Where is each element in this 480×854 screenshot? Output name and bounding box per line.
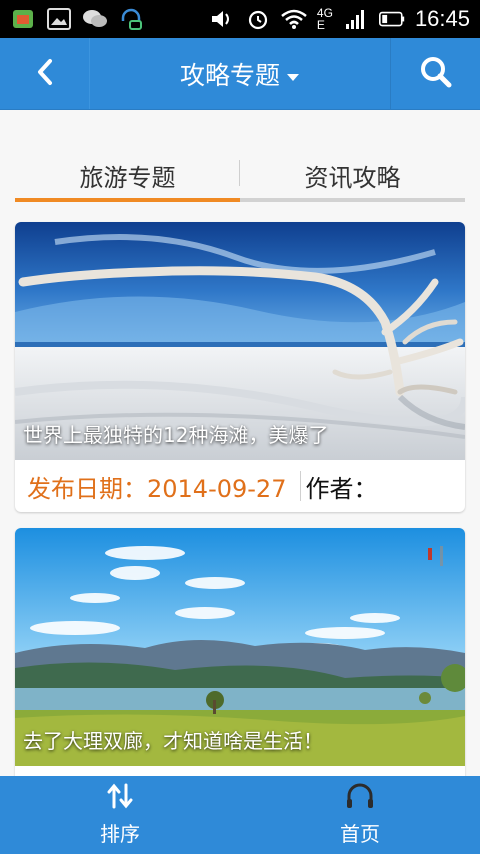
volume-icon: [209, 7, 235, 31]
article-card[interactable]: 去了大理双廊，才知道啥是生活！: [15, 528, 465, 776]
status-time: 16:45: [414, 6, 470, 31]
wechat-icon: [82, 7, 108, 31]
search-icon: [419, 55, 453, 93]
page-title: 攻略专题: [179, 60, 280, 90]
wifi-icon: [281, 7, 307, 31]
status-left: [10, 7, 144, 31]
article-image-lake: 去了大理双廊，才知道啥是生活！: [15, 528, 465, 766]
network-sub-label: E: [316, 18, 325, 32]
header-bar: 攻略专题: [0, 38, 480, 110]
android-alert-icon: [10, 7, 36, 31]
title-dropdown[interactable]: 攻略专题: [90, 38, 390, 109]
alarm-icon: [245, 7, 271, 31]
home-button[interactable]: 首页: [240, 776, 480, 854]
chevron-left-icon: [35, 58, 55, 90]
gallery-icon: [46, 7, 72, 31]
tab-bar: 旅游专题 资讯攻略: [15, 148, 465, 202]
article-meta: [15, 766, 465, 776]
article-card[interactable]: 世界上最独特的12种海滩，美爆了 发布日期：2014-09-27 作者：: [15, 222, 465, 512]
status-right: 4G E 16:45: [209, 6, 470, 32]
back-button[interactable]: [0, 38, 90, 109]
article-caption: 去了大理双廊，才知道啥是生活！: [23, 729, 323, 753]
status-bar: 4G E 16:45: [0, 0, 480, 38]
article-caption: 世界上最独特的12种海滩，美爆了: [23, 423, 329, 447]
tab-label: 旅游专题: [79, 163, 176, 192]
tab-active-indicator: [15, 198, 240, 202]
search-button[interactable]: [390, 38, 480, 109]
caret-down-icon: [286, 59, 300, 88]
signal-icon: [343, 7, 369, 31]
tab-news-guides[interactable]: 资讯攻略: [240, 148, 465, 202]
content-area: 旅游专题 资讯攻略 世界上最独特的12种海滩，美爆了 发布日期：2014-09-…: [0, 110, 480, 776]
sort-arrows-icon: [106, 783, 134, 814]
article-meta: 发布日期：2014-09-27 作者：: [15, 460, 465, 512]
sort-label: 排序: [100, 822, 140, 846]
battery-icon: [378, 7, 405, 31]
article-author: 作者：: [305, 474, 378, 503]
headphones-icon: [345, 783, 375, 814]
tab-underline: [15, 198, 465, 202]
tab-travel-topics[interactable]: 旅游专题: [15, 148, 240, 202]
tab-label: 资讯攻略: [304, 163, 401, 192]
article-date: 发布日期：2014-09-27: [27, 471, 302, 503]
home-label: 首页: [340, 822, 380, 846]
sort-button[interactable]: 排序: [0, 776, 240, 854]
headset-icon: [118, 7, 144, 31]
bottom-nav: 排序 首页: [0, 776, 480, 854]
article-image-beach: 世界上最独特的12种海滩，美爆了: [15, 222, 465, 460]
network-type: 4G E: [317, 7, 333, 31]
